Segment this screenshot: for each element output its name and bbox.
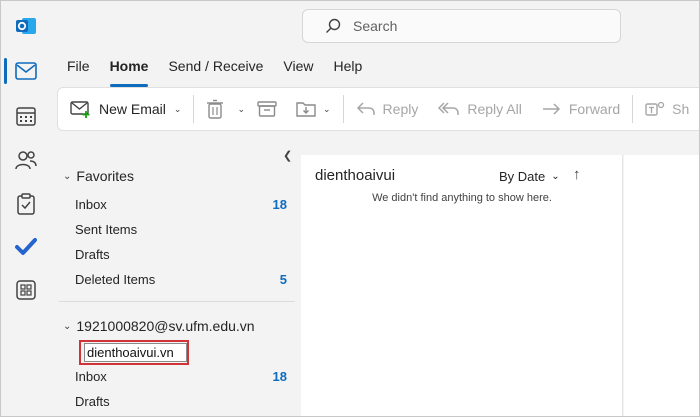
chevron-down-icon: ⌄ [63, 320, 72, 332]
delete-dropdown-icon[interactable]: ⌄ [237, 104, 245, 115]
collapse-pane-icon[interactable]: ❮ [283, 149, 292, 162]
rail-people-button[interactable] [10, 144, 42, 176]
folder-label: Inbox [75, 197, 107, 212]
folder-label: Drafts [75, 247, 110, 262]
folder-title: dienthoaivui [315, 167, 396, 184]
ribbon-separator [632, 95, 634, 123]
forward-button[interactable]: Forward [536, 94, 626, 124]
todo-icon [15, 238, 37, 255]
reply-icon [356, 102, 375, 115]
folder-item-deleted-items[interactable]: Deleted Items 5 [75, 272, 287, 287]
delete-button[interactable]: ⌄ [200, 94, 251, 124]
favorites-label: Favorites [76, 168, 134, 184]
folder-rename-input[interactable]: dienthoaivui.vn [84, 343, 187, 362]
folder-label: Deleted Items [75, 272, 156, 287]
rail-tasks-button[interactable] [10, 188, 42, 220]
delete-icon [207, 99, 224, 119]
menu-tabs: File Home Send / Receive View Help [67, 58, 382, 87]
empty-state-text: We didn't find anything to show here. [372, 192, 552, 204]
sort-label: By Date [499, 169, 546, 184]
new-email-icon [70, 101, 90, 118]
reading-pane [624, 155, 699, 416]
mail-icon [15, 62, 37, 80]
rename-highlight-box: dienthoaivui.vn [79, 340, 189, 365]
rail-apps-button[interactable] [10, 274, 42, 306]
unread-count: 18 [272, 197, 287, 212]
tab-help[interactable]: Help [334, 58, 363, 80]
folder-item-inbox[interactable]: Inbox 18 [75, 369, 287, 384]
people-icon [15, 151, 37, 170]
share-label: Sh [672, 101, 690, 117]
folder-item-sent-items[interactable]: Sent Items [75, 222, 287, 237]
apps-icon [16, 280, 36, 300]
new-email-label: New Email [99, 101, 166, 117]
reply-all-label: Reply All [467, 101, 522, 117]
archive-icon [257, 101, 277, 117]
archive-button[interactable] [251, 94, 290, 124]
move-dropdown-icon[interactable]: ⌄ [323, 104, 331, 115]
reply-button[interactable]: Reply [350, 94, 425, 124]
rail-active-indicator [4, 58, 7, 84]
calendar-icon [16, 107, 36, 126]
forward-icon [542, 103, 560, 115]
rail-mail-button[interactable] [10, 55, 42, 87]
rail-todo-button[interactable] [10, 231, 42, 263]
folder-item-drafts[interactable]: Drafts [75, 247, 287, 262]
ribbon-separator [193, 95, 195, 123]
folder-label: Sent Items [75, 222, 138, 237]
unread-count: 5 [279, 272, 287, 287]
outlook-window: Search File Home Send / Receive View Hel… [0, 0, 700, 417]
folder-pane: ❮ ⌄ Favorites Inbox 18 Sent Items Drafts… [57, 141, 301, 416]
forward-label: Forward [568, 101, 621, 117]
unread-count: 18 [272, 369, 287, 384]
chevron-down-icon: ⌄ [63, 170, 72, 182]
favorites-header[interactable]: ⌄ Favorites [63, 168, 134, 184]
ribbon-toolbar: New Email ⌄ ⌄ ⌄ Reply Reply All Forward … [57, 87, 699, 131]
section-divider [59, 301, 295, 302]
tasks-icon [17, 193, 35, 215]
outlook-logo [16, 18, 36, 34]
chevron-down-icon: ⌄ [551, 171, 560, 182]
tab-send-receive[interactable]: Send / Receive [168, 58, 263, 80]
new-email-dropdown-icon[interactable]: ⌄ [174, 104, 182, 115]
new-email-button[interactable]: New Email ⌄ [58, 94, 187, 124]
search-icon [326, 18, 341, 33]
account-header[interactable]: ⌄ 1921000820@sv.ufm.edu.vn [63, 318, 255, 334]
tab-view[interactable]: View [283, 58, 313, 80]
sort-direction-icon[interactable]: ↑ [573, 166, 581, 183]
message-list: dienthoaivui By Date ⌄ ↑ We didn't find … [301, 155, 623, 416]
app-rail [1, 1, 51, 416]
search-box[interactable]: Search [302, 9, 621, 43]
sort-by-dropdown[interactable]: By Date ⌄ [499, 169, 560, 184]
account-label: 1921000820@sv.ufm.edu.vn [76, 318, 255, 334]
ribbon-separator [342, 95, 344, 123]
rail-calendar-button[interactable] [10, 100, 42, 132]
folder-label: Inbox [75, 369, 107, 384]
share-to-teams-button[interactable]: Sh [639, 94, 695, 124]
search-placeholder: Search [353, 18, 398, 34]
teams-icon [645, 101, 665, 116]
tab-home[interactable]: Home [109, 58, 148, 87]
reply-all-icon [438, 102, 460, 115]
folder-item-drafts[interactable]: Drafts [75, 394, 287, 409]
folder-label: Drafts [75, 394, 110, 409]
folder-item-inbox[interactable]: Inbox 18 [75, 197, 287, 212]
reply-all-button[interactable]: Reply All [432, 94, 527, 124]
move-button[interactable]: ⌄ [290, 94, 337, 124]
move-to-folder-icon [296, 102, 316, 117]
reply-label: Reply [382, 101, 419, 117]
tab-file[interactable]: File [67, 58, 90, 80]
